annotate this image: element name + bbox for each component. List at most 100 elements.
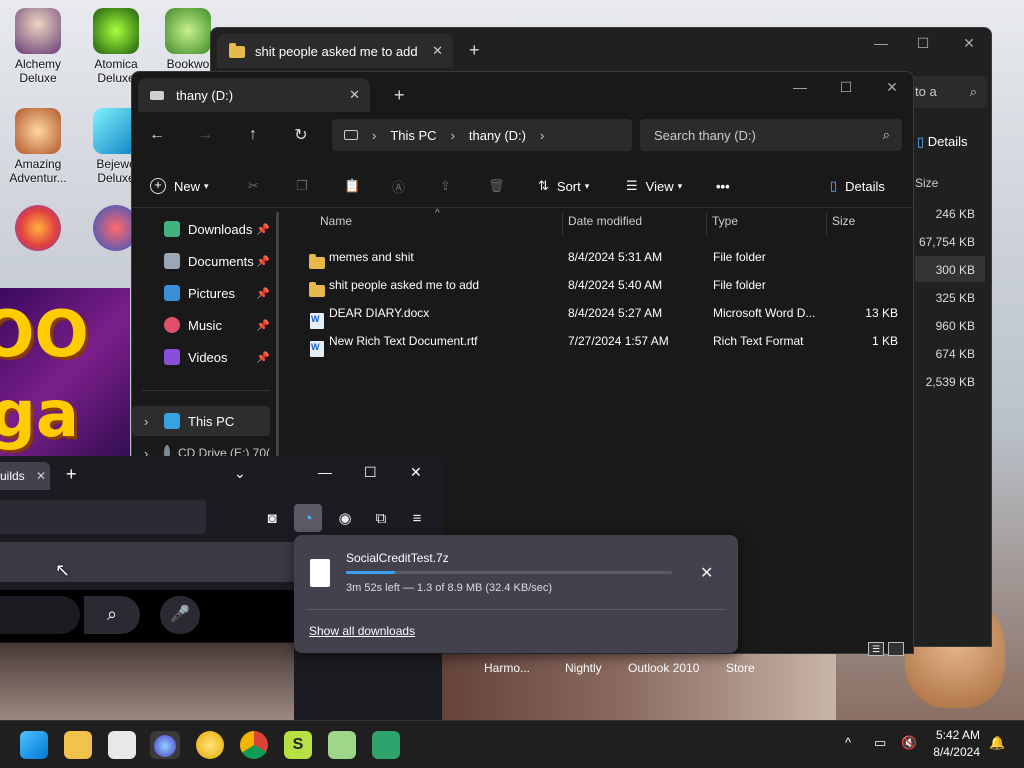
breadcrumb-drive[interactable]: thany (D:): [469, 128, 526, 143]
show-all-downloads-link[interactable]: Show all downloads: [309, 624, 415, 638]
minimize-button[interactable]: —: [778, 72, 822, 102]
downloads-icon[interactable]: ◔: [294, 504, 322, 532]
sidebar-scrollbar[interactable]: [276, 212, 279, 472]
volume-muted-icon[interactable]: 🔇: [901, 735, 917, 751]
s-app-icon[interactable]: S: [284, 731, 312, 759]
size-column-header[interactable]: Size: [915, 176, 938, 190]
pocket-icon[interactable]: ◙: [258, 504, 286, 532]
minimize-button[interactable]: —: [859, 28, 903, 58]
microphone-icon[interactable]: 🎤: [160, 596, 200, 634]
extensions-icon[interactable]: ⧉: [367, 504, 395, 532]
start-button[interactable]: [20, 731, 48, 759]
tab-back-explorer[interactable]: shit people asked me to add ✕: [217, 34, 453, 68]
app-icon[interactable]: [196, 731, 224, 759]
app-icon[interactable]: [372, 731, 400, 759]
rename-button[interactable]: Ⓐ: [392, 168, 405, 204]
copy-button[interactable]: ❐: [296, 168, 308, 204]
menu-icon[interactable]: ≡: [403, 504, 431, 532]
sidebar-item-this-pc[interactable]: › This PC: [132, 406, 270, 436]
maximize-button[interactable]: ☐: [364, 464, 377, 481]
show-hidden-icons-chevron[interactable]: ^: [845, 735, 851, 750]
file-explorer-icon[interactable]: [64, 731, 92, 759]
view-toggle[interactable]: ☰: [868, 642, 908, 660]
search-input-back[interactable]: to a ⌕: [911, 76, 987, 108]
clock-date[interactable]: 8/4/2024: [920, 745, 980, 759]
pin-icon[interactable]: 📌: [256, 223, 270, 236]
file-row[interactable]: memes and shit 8/4/2024 5:31 AM File fol…: [302, 243, 908, 271]
share-button[interactable]: ⇪: [440, 168, 451, 204]
cancel-download-button[interactable]: ✕: [700, 563, 713, 583]
desktop-icon-alchemy[interactable]: Alchemy Deluxe: [0, 8, 76, 85]
desktop-icon-amazing-adventures[interactable]: Amazing Adventur...: [0, 108, 76, 185]
firefox-nightly-taskbar-icon[interactable]: [150, 731, 180, 759]
column-divider[interactable]: [562, 212, 563, 236]
up-button[interactable]: ↑: [238, 120, 268, 150]
column-header-date[interactable]: Date modified: [568, 214, 642, 228]
close-tab-icon[interactable]: ✕: [349, 87, 360, 103]
chrome-icon[interactable]: [240, 731, 268, 759]
file-row[interactable]: shit people asked me to add 8/4/2024 5:4…: [302, 271, 908, 299]
new-tab-button[interactable]: +: [394, 85, 405, 106]
forward-button[interactable]: →: [190, 120, 220, 150]
cut-button[interactable]: ✂: [248, 168, 259, 204]
bookmark-link[interactable]: Outlook 2010: [628, 661, 699, 675]
maximize-button[interactable]: ☐: [824, 72, 868, 102]
close-window-button[interactable]: ✕: [410, 464, 422, 481]
bookmark-link[interactable]: Nightly: [565, 661, 602, 675]
close-window-button[interactable]: ✕: [947, 28, 991, 58]
details-button-back[interactable]: ▯ Details: [917, 134, 968, 150]
close-tab-icon[interactable]: ✕: [36, 469, 46, 483]
list-all-tabs-icon[interactable]: ⌄: [234, 465, 246, 482]
bookmark-link[interactable]: Store: [726, 661, 755, 675]
pin-icon[interactable]: 📌: [256, 351, 270, 364]
account-icon[interactable]: ◉: [331, 504, 359, 532]
details-button[interactable]: ▯ Details: [830, 168, 885, 204]
clock-time[interactable]: 5:42 AM: [920, 728, 980, 742]
sidebar-item-pictures[interactable]: Pictures 📌: [132, 278, 270, 308]
pin-icon[interactable]: 📌: [256, 255, 270, 268]
breadcrumb-this-pc[interactable]: This PC: [390, 128, 436, 143]
column-header-name[interactable]: Name: [320, 214, 352, 228]
address-bar[interactable]: › This PC › thany (D:) ›: [332, 119, 632, 151]
notification-bell-icon[interactable]: 🔔: [989, 735, 1005, 751]
notepad-icon[interactable]: [328, 731, 356, 759]
view-button[interactable]: ☰ View ▾: [626, 168, 682, 204]
url-bar[interactable]: [0, 500, 206, 534]
new-tab-button[interactable]: +: [66, 464, 77, 485]
close-window-button[interactable]: ✕: [870, 72, 913, 102]
details-view-icon[interactable]: ☰: [868, 642, 884, 656]
search-box[interactable]: [0, 596, 80, 634]
pin-icon[interactable]: 📌: [256, 319, 270, 332]
store-icon[interactable]: [108, 731, 136, 759]
download-filename[interactable]: SocialCreditTest.7z: [346, 551, 449, 565]
more-options-button[interactable]: •••: [716, 168, 730, 204]
sort-button[interactable]: ⇅ Sort ▾: [538, 168, 589, 204]
close-tab-icon[interactable]: ✕: [432, 43, 443, 59]
paste-button[interactable]: 📋: [344, 168, 360, 204]
new-button[interactable]: + New ▾: [150, 168, 209, 204]
pin-icon[interactable]: 📌: [256, 287, 270, 300]
column-header-type[interactable]: Type: [712, 214, 738, 228]
maximize-button[interactable]: ☐: [901, 28, 945, 58]
search-icon[interactable]: ⌕: [84, 596, 140, 634]
column-header-size[interactable]: Size: [832, 214, 855, 228]
new-tab-button[interactable]: +: [469, 40, 480, 61]
tiles-view-icon[interactable]: [888, 642, 904, 656]
back-button[interactable]: ←: [142, 120, 172, 150]
minimize-button[interactable]: —: [318, 464, 332, 480]
desktop-icon-firefox[interactable]: [0, 205, 76, 254]
file-row[interactable]: New Rich Text Document.rtf 7/27/2024 1:5…: [302, 327, 908, 357]
delete-button[interactable]: 🗑: [488, 168, 505, 204]
bookmark-link[interactable]: Harmo...: [484, 661, 530, 675]
network-icon[interactable]: ▭: [874, 735, 886, 751]
sidebar-item-documents[interactable]: Documents 📌: [132, 246, 270, 276]
sidebar-item-music[interactable]: Music 📌: [132, 310, 270, 340]
column-divider[interactable]: [826, 212, 827, 236]
refresh-button[interactable]: ↻: [286, 120, 316, 150]
column-divider[interactable]: [706, 212, 707, 236]
sidebar-item-videos[interactable]: Videos 📌: [132, 342, 270, 372]
file-row[interactable]: DEAR DIARY.docx 8/4/2024 5:27 AM Microso…: [302, 299, 908, 329]
sidebar-item-downloads[interactable]: Downloads 📌: [132, 214, 270, 244]
tab-explorer[interactable]: thany (D:) ✕: [138, 78, 370, 112]
browser-tab[interactable]: uilds ✕: [0, 462, 50, 490]
